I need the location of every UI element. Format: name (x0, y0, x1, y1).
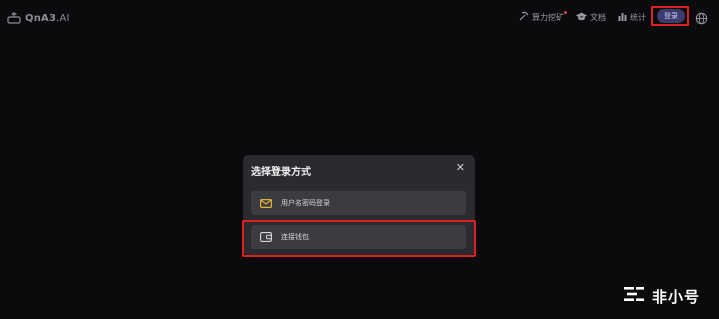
globe-icon[interactable] (695, 10, 708, 25)
close-icon[interactable]: ✕ (456, 162, 465, 174)
watermark-text: 非小号 (652, 287, 701, 306)
nav-item-mining-label-wrap: 算力挖矿 (532, 10, 567, 23)
nav-item-docs-label: 文档 (590, 12, 606, 22)
modal-title: 选择登录方式 (251, 167, 311, 178)
pickaxe-icon (519, 11, 529, 23)
graduation-cap-icon (575, 12, 588, 23)
logo-icon (7, 9, 21, 28)
notification-dot (564, 10, 567, 14)
bar-chart-icon (618, 12, 627, 23)
logo-text: QnA3.AI (25, 13, 70, 24)
watermark-logo-icon (624, 285, 646, 307)
mail-icon (260, 197, 272, 209)
nav-item-docs[interactable]: 文档 (575, 10, 606, 24)
logo[interactable]: QnA3.AI (7, 9, 70, 28)
connect-wallet-highlight-box (242, 220, 476, 257)
watermark: 非小号 (624, 285, 700, 307)
logo-suffix: .AI (56, 13, 70, 24)
nav-item-mining-label: 算力挖矿 (532, 12, 564, 22)
nav-item-mining[interactable]: 算力挖矿 (519, 10, 567, 24)
login-highlight-box (651, 6, 689, 26)
username-password-login-option[interactable]: 用户名密码登录 (251, 191, 466, 215)
nav-item-stats-label: 统计 (630, 12, 646, 22)
top-bar: QnA3.AI 算力挖矿 文档 统计 登录 (0, 0, 719, 34)
logo-brand: QnA3 (25, 13, 57, 24)
option-label: 用户名密码登录 (281, 199, 330, 207)
nav-item-stats[interactable]: 统计 (618, 10, 646, 24)
